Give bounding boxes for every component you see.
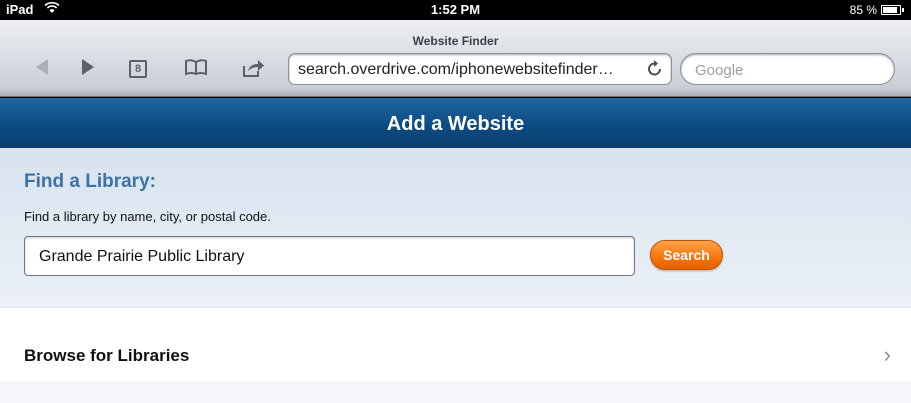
library-search-input[interactable] — [39, 246, 619, 268]
tabs-icon[interactable]: 8 — [129, 58, 147, 83]
browse-libraries-row[interactable]: Browse for Libraries › — [0, 307, 911, 381]
find-library-description: Find a library by name, city, or postal … — [24, 209, 271, 224]
tab-count: 8 — [134, 63, 142, 75]
page-title: Website Finder — [412, 34, 499, 48]
reload-icon[interactable] — [647, 59, 663, 82]
url-field[interactable]: search.overdrive.com/iphonewebsitefinder… — [288, 53, 672, 85]
back-icon[interactable] — [34, 58, 50, 81]
browse-libraries-label: Browse for Libraries — [24, 346, 190, 365]
bookmarks-icon[interactable] — [184, 58, 208, 81]
battery-percent: 85 % — [849, 3, 877, 17]
chevron-right-icon: › — [883, 342, 891, 367]
clock: 1:52 PM — [430, 2, 481, 17]
share-icon[interactable] — [241, 58, 265, 83]
status-bar: iPad 1:52 PM 85 % — [0, 0, 911, 20]
library-search-field[interactable] — [24, 236, 635, 276]
find-library-heading: Find a Library: — [24, 171, 156, 192]
browser-toolbar: Website Finder 8 search.overdrive.com/ip… — [0, 20, 911, 97]
url-text: search.overdrive.com/iphonewebsitefinder… — [298, 61, 614, 78]
page-header: Add a Website — [0, 98, 911, 148]
google-search-field[interactable] — [680, 53, 895, 85]
google-search-input[interactable] — [695, 60, 885, 80]
battery-icon — [881, 5, 904, 15]
web-content: Add a Website Find a Library: Find a lib… — [0, 98, 911, 403]
search-button[interactable]: Search — [650, 240, 723, 270]
forward-icon[interactable] — [80, 58, 96, 81]
